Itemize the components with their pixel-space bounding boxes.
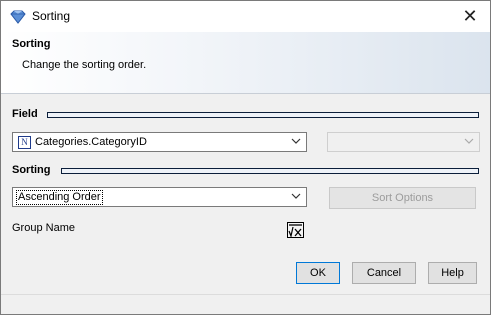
- close-icon: ✕: [462, 6, 478, 26]
- sort-order-value: Ascending Order: [16, 190, 103, 205]
- field-section-divider: [47, 112, 479, 118]
- sorting-section-divider: [61, 168, 479, 174]
- window-title: Sorting: [32, 9, 71, 23]
- ok-button[interactable]: OK: [296, 262, 340, 284]
- sort-order-combo[interactable]: Ascending Order: [12, 187, 307, 207]
- group-name-label: Group Name: [12, 222, 75, 234]
- function-icon: [288, 224, 302, 237]
- field-combo-value: Categories.CategoryID: [35, 136, 147, 148]
- help-button[interactable]: Help: [428, 262, 477, 284]
- title-bar[interactable]: Sorting ✕: [1, 1, 490, 32]
- secondary-field-combo[interactable]: [327, 132, 480, 152]
- cancel-button[interactable]: Cancel: [352, 262, 416, 284]
- footer-separator: [1, 294, 490, 295]
- field-section-heading: Field: [12, 108, 38, 120]
- header-banner: Sorting Change the sorting order.: [1, 32, 490, 94]
- chevron-down-icon: [464, 138, 474, 144]
- sorting-section-heading: Sorting: [12, 164, 51, 176]
- sort-options-button[interactable]: Sort Options: [329, 187, 476, 209]
- chevron-down-icon: [291, 138, 301, 144]
- gem-app-icon: [10, 10, 26, 24]
- chevron-down-icon: [291, 193, 301, 199]
- banner-subtitle: Change the sorting order.: [22, 59, 147, 71]
- dialog-window: Sorting ✕ Sorting Change the sorting ord…: [0, 0, 491, 315]
- group-name-expression-button[interactable]: [287, 222, 304, 238]
- close-button[interactable]: ✕: [450, 1, 490, 32]
- numeric-field-icon: N: [18, 136, 31, 149]
- field-combo[interactable]: N Categories.CategoryID: [12, 132, 307, 152]
- banner-title: Sorting: [12, 38, 51, 50]
